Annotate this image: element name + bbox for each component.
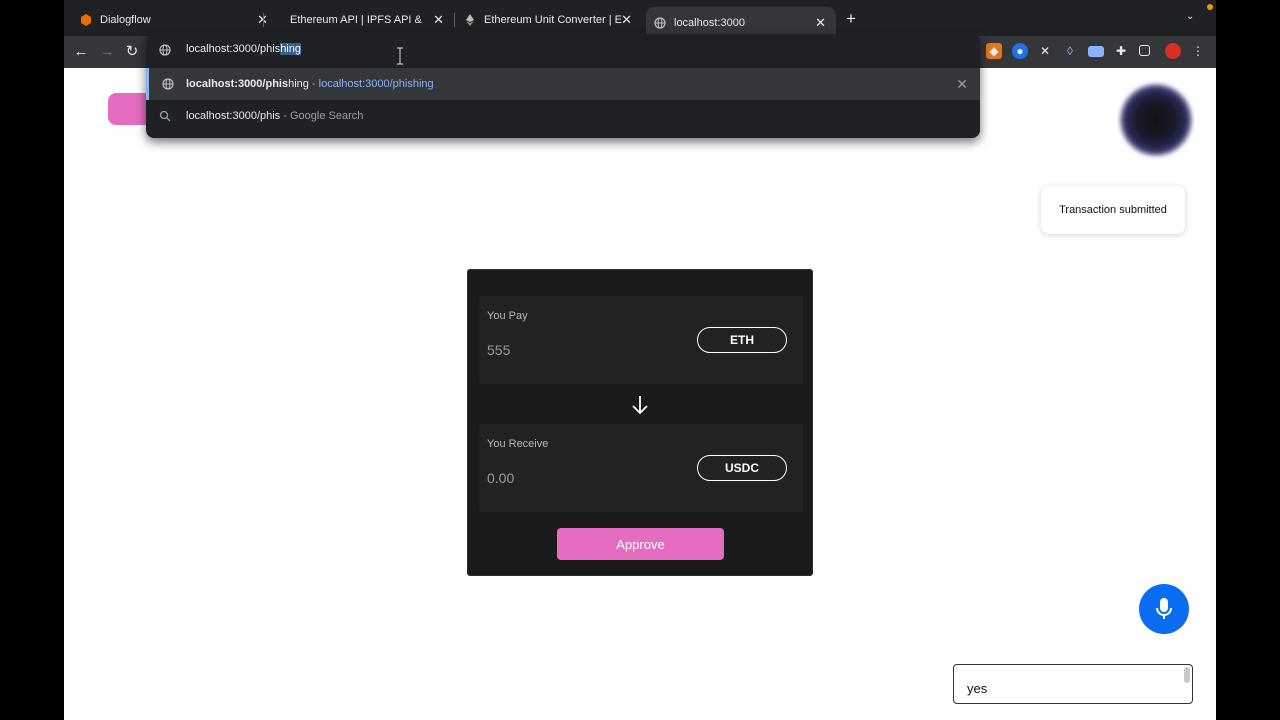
- suggestion-rest: hing: [288, 78, 309, 90]
- toast-notification: Transaction submitted: [1041, 186, 1185, 234]
- sidepanel-icon[interactable]: [1139, 45, 1150, 56]
- tab-infura[interactable]: Ethereum API | IPFS API & Gat ✕: [290, 8, 450, 32]
- web-page: Transaction submitted You Pay 555 ETH Yo…: [64, 68, 1216, 720]
- dialogflow-icon: [81, 14, 91, 26]
- chat-scrollbar[interactable]: [1184, 667, 1190, 683]
- reload-icon[interactable]: ↻: [123, 43, 141, 61]
- extension-x-icon[interactable]: ✕: [1037, 43, 1053, 59]
- puzzle-icon[interactable]: ✚: [1113, 43, 1129, 59]
- suggestion-query: localhost:3000/phis: [186, 110, 281, 122]
- suggestion-url-text: localhost:3000/phishing: [318, 78, 434, 90]
- suggestion-search[interactable]: localhost:3000/phis - Google Search: [146, 100, 980, 132]
- screen: Dialogflow ✕ Ethereum API | IPFS API & G…: [0, 0, 1280, 720]
- close-icon[interactable]: ✕: [433, 13, 444, 27]
- globe-icon: [654, 17, 666, 29]
- tab-title: localhost:3000: [674, 17, 745, 29]
- suggestion-text: localhost:3000/phishing - localhost:3000…: [186, 78, 434, 90]
- receive-label: You Receive: [487, 438, 549, 450]
- tab-title: Ethereum Unit Converter | Eth: [484, 14, 622, 26]
- omnibox-dropdown: localhost:3000/phishing localhost:3000/p…: [146, 34, 980, 138]
- tab-dialogflow[interactable]: Dialogflow ✕: [80, 8, 268, 32]
- pay-amount-input[interactable]: 555: [487, 342, 510, 358]
- kebab-menu-icon[interactable]: ⋮: [1190, 43, 1206, 59]
- suggestion-url[interactable]: localhost:3000/phishing - localhost:3000…: [146, 68, 980, 100]
- suggestion-separator: -: [280, 110, 290, 122]
- suggestion-separator: -: [308, 78, 319, 90]
- remove-suggestion-icon[interactable]: ✕: [956, 76, 968, 93]
- close-icon[interactable]: ✕: [621, 13, 632, 27]
- window-icon[interactable]: [1088, 46, 1104, 57]
- extension-blue-icon[interactable]: ●: [1012, 43, 1028, 59]
- globe-icon: [159, 44, 171, 56]
- tab-search-icon[interactable]: ⌄: [1186, 11, 1194, 22]
- address-bar[interactable]: localhost:3000/phishing: [146, 34, 980, 66]
- address-input[interactable]: localhost:3000/phishing: [186, 43, 301, 55]
- typed-text: localhost:3000/phis: [186, 43, 281, 55]
- approve-button[interactable]: Approve: [557, 528, 724, 560]
- metamask-icon[interactable]: ◆: [986, 43, 1002, 59]
- avatar-icon[interactable]: [1165, 43, 1181, 59]
- receive-amount: 0.00: [487, 470, 515, 486]
- text-cursor-icon: [397, 47, 403, 65]
- forward-icon[interactable]: →: [98, 43, 116, 61]
- autocomplete-text: hing: [280, 43, 301, 55]
- toast-text: Transaction submitted: [1059, 204, 1167, 216]
- pay-label: You Pay: [487, 310, 528, 322]
- suggestion-bold: localhost:3000/phis: [186, 78, 289, 90]
- close-icon[interactable]: ✕: [815, 16, 826, 30]
- tab-unit-converter[interactable]: Ethereum Unit Converter | Eth ✕: [464, 8, 638, 32]
- arrow-down-icon[interactable]: [630, 394, 650, 416]
- microphone-button[interactable]: [1139, 584, 1189, 634]
- avatar-orb: [1120, 84, 1192, 156]
- chat-input-value: yes: [967, 681, 988, 696]
- swap-card: You Pay 555 ETH You Receive 0.00 USDC Ap…: [467, 269, 813, 576]
- tab-separator: [263, 13, 264, 27]
- globe-icon: [162, 78, 174, 90]
- recording-indicator: [1207, 4, 1213, 10]
- microphone-icon: [1156, 598, 1172, 619]
- suggestion-text: localhost:3000/phis - Google Search: [186, 110, 363, 122]
- new-tab-button[interactable]: +: [846, 10, 856, 28]
- receive-section: You Receive 0.00 USDC: [479, 424, 803, 512]
- receive-token-button[interactable]: USDC: [697, 455, 787, 481]
- search-icon: [159, 110, 171, 122]
- suggestion-hint: Google Search: [289, 110, 364, 122]
- pay-token-button[interactable]: ETH: [697, 327, 787, 353]
- ethereum-icon: [466, 14, 474, 26]
- tab-separator: [454, 13, 455, 27]
- tab-title: Ethereum API | IPFS API & Gat: [290, 14, 424, 26]
- pay-section: You Pay 555 ETH: [479, 296, 803, 384]
- back-icon[interactable]: ←: [72, 43, 90, 61]
- tab-title: Dialogflow: [100, 14, 151, 26]
- chat-input[interactable]: yes: [953, 664, 1193, 704]
- drop-icon[interactable]: ◊: [1062, 43, 1078, 59]
